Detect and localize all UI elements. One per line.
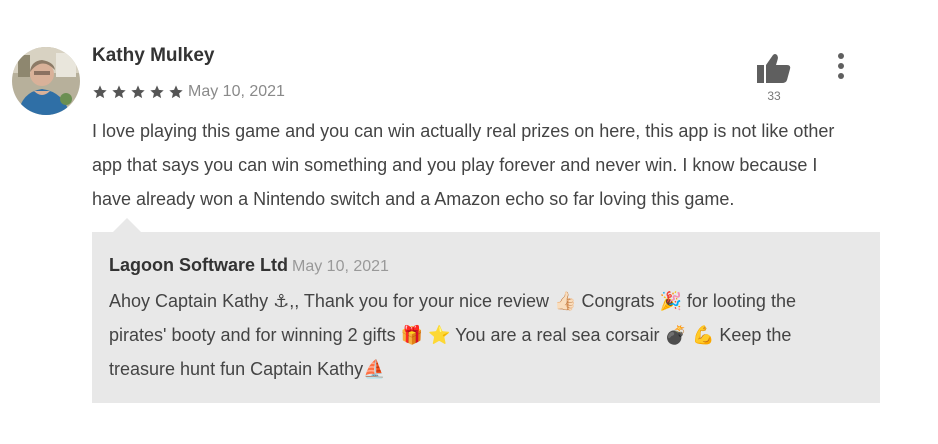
like-count: 33 xyxy=(767,89,781,103)
reply-date: May 10, 2021 xyxy=(292,258,389,275)
rating-row: May 10, 2021 xyxy=(92,81,285,103)
star-icon xyxy=(131,85,145,99)
star-icon xyxy=(150,85,164,99)
thumbs-up-icon xyxy=(757,54,791,83)
thumbs-up-button[interactable] xyxy=(756,52,792,84)
review-date: May 10, 2021 xyxy=(188,83,285,100)
avatar-image xyxy=(12,47,80,115)
reply-body-line: treasure hunt fun Captain Kathy⛵ xyxy=(109,359,386,379)
review-body: I love playing this game and you can win… xyxy=(92,114,902,216)
developer-reply: Lagoon Software Ltd May 10, 2021 Ahoy Ca… xyxy=(92,232,880,403)
avatar[interactable] xyxy=(12,47,80,115)
review-body-line: I love playing this game and you can win… xyxy=(92,121,835,141)
reply-body-line: Ahoy Captain Kathy ⚓,, Thank you for you… xyxy=(109,291,796,311)
reply-body-line: pirates' booty and for winning 2 gifts 🎁… xyxy=(109,325,792,345)
review-card: Kathy Mulkey May 10, 2021 33 I love play… xyxy=(0,0,938,444)
reply-body: Ahoy Captain Kathy ⚓,, Thank you for you… xyxy=(109,284,869,386)
reply-header: Lagoon Software Ltd May 10, 2021 xyxy=(109,255,389,276)
star-icon xyxy=(169,85,183,99)
more-vertical-icon xyxy=(838,53,844,79)
developer-name: Lagoon Software Ltd xyxy=(109,255,288,275)
review-author: Kathy Mulkey xyxy=(92,45,215,66)
review-body-line: have already won a Nintendo switch and a… xyxy=(92,189,735,209)
review-body-line: app that says you can win something and … xyxy=(92,155,818,175)
star-icon xyxy=(93,85,107,99)
reply-pointer xyxy=(113,218,141,232)
more-options-button[interactable] xyxy=(830,52,852,80)
star-icon xyxy=(112,85,126,99)
star-rating xyxy=(92,84,184,100)
